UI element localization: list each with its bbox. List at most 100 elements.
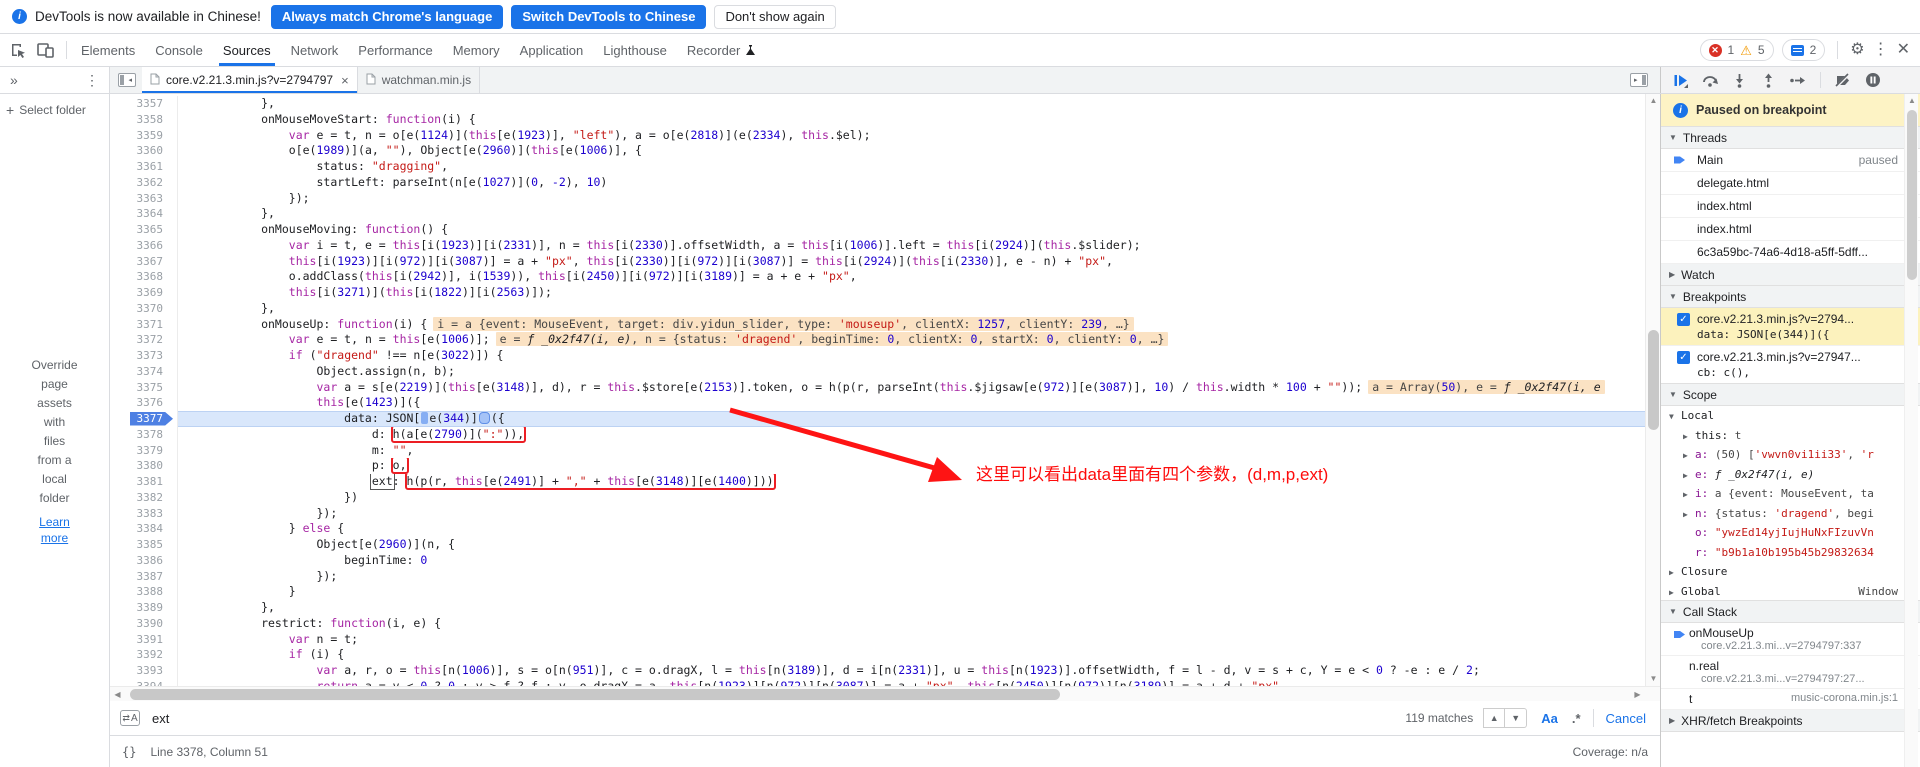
- breakpoint-item[interactable]: ✓core.v2.21.3.min.js?v=27947...cb: c(),: [1661, 346, 1920, 384]
- gutter-line-3389[interactable]: 3389: [110, 600, 178, 616]
- issues-badge[interactable]: 2: [1782, 39, 1826, 61]
- resume-icon[interactable]: [1673, 73, 1688, 88]
- step-icon[interactable]: [1790, 73, 1806, 88]
- code-line-3393[interactable]: 3393 var a, r, o = this[n(1006)], s = o[…: [110, 663, 1645, 679]
- gutter-line-3382[interactable]: 3382: [110, 490, 178, 506]
- gutter-line-3371[interactable]: 3371: [110, 317, 178, 333]
- always-match-chrome-s-language-button[interactable]: Always match Chrome's language: [271, 5, 503, 29]
- learn-more-link[interactable]: Learn more: [32, 514, 78, 546]
- sidebar-scrollbar[interactable]: ▲: [1904, 94, 1918, 767]
- file-tab-core-v2-21-3-min-js-v-2794797[interactable]: core.v2.21.3.min.js?v=2794797×: [142, 67, 358, 93]
- gutter-line-3367[interactable]: 3367: [110, 254, 178, 270]
- file-close-icon[interactable]: ×: [341, 73, 349, 88]
- code-line-3369[interactable]: 3369 this[i(3271)](this[i(1822)][i(2563)…: [110, 285, 1645, 301]
- editor-horizontal-scrollbar[interactable]: ◀ ▶: [110, 686, 1660, 701]
- code-line-3368[interactable]: 3368 o.addClass(this[i(2942)], i(1539)),…: [110, 269, 1645, 285]
- tab-performance[interactable]: Performance: [348, 34, 442, 66]
- code-line-3367[interactable]: 3367 this[i(1923)][i(972)][i(3087)] = a …: [110, 254, 1645, 270]
- gutter-line-3377[interactable]: 3377: [110, 411, 178, 427]
- debugger-sidebar-toggle-icon[interactable]: ▸: [1630, 73, 1648, 87]
- code-line-3389[interactable]: 3389 },: [110, 600, 1645, 616]
- gutter-line-3385[interactable]: 3385: [110, 537, 178, 553]
- thread-item-delegate-html[interactable]: delegate.html: [1661, 172, 1920, 195]
- code-line-3365[interactable]: 3365 onMouseMoving: function() {: [110, 222, 1645, 238]
- code-line-3383[interactable]: 3383 });: [110, 506, 1645, 522]
- callstack-frame-onMouseUp[interactable]: onMouseUpcore.v2.21.3.mi...v=2794797:337: [1661, 623, 1920, 656]
- step-into-icon[interactable]: [1732, 73, 1747, 88]
- scope-section-header[interactable]: ▼Scope: [1661, 383, 1920, 406]
- gutter-line-3376[interactable]: 3376: [110, 395, 178, 411]
- code-line-3385[interactable]: 3385 Object[e(2960)](n, {: [110, 537, 1645, 553]
- code-line-3360[interactable]: 3360 o[e(1989)](a, ""), Object[e(2960)](…: [110, 143, 1645, 159]
- gutter-line-3362[interactable]: 3362: [110, 175, 178, 191]
- code-line-3380[interactable]: 3380 p: o,: [110, 458, 1645, 474]
- code-editor[interactable]: 3357 },3358 onMouseMoveStart: function(i…: [110, 94, 1660, 686]
- gutter-line-3375[interactable]: 3375: [110, 380, 178, 396]
- code-line-3390[interactable]: 3390 restrict: function(i, e) {: [110, 616, 1645, 632]
- scroll-left-icon[interactable]: ◀: [110, 687, 125, 702]
- scope-closure-row[interactable]: ▶Closure: [1661, 562, 1920, 582]
- tab-sources[interactable]: Sources: [213, 34, 281, 66]
- scope-var-r[interactable]: r: "b9b1a10b195b45b29832634: [1661, 543, 1920, 563]
- threads-section-header[interactable]: ▼Threads: [1661, 126, 1920, 149]
- code-line-3374[interactable]: 3374 Object.assign(n, b);: [110, 364, 1645, 380]
- gutter-line-3386[interactable]: 3386: [110, 553, 178, 569]
- scrollbar-thumb[interactable]: [130, 689, 1060, 700]
- callstack-frame-n-real[interactable]: n.realcore.v2.21.3.mi...v=2794797:27...: [1661, 656, 1920, 689]
- checkbox-checked-icon[interactable]: ✓: [1677, 313, 1690, 326]
- code-line-3388[interactable]: 3388 }: [110, 584, 1645, 600]
- code-line-3376[interactable]: 3376 this[e(1423)]({: [110, 395, 1645, 411]
- gutter-line-3360[interactable]: 3360: [110, 143, 178, 159]
- code-line-3357[interactable]: 3357 },: [110, 96, 1645, 112]
- thread-item-main[interactable]: Mainpaused: [1661, 149, 1920, 172]
- find-mode-icon[interactable]: ⇄A: [120, 710, 140, 726]
- scroll-up-icon[interactable]: ▲: [1646, 94, 1660, 108]
- gutter-line-3373[interactable]: 3373: [110, 348, 178, 364]
- gutter-line-3357[interactable]: 3357: [110, 96, 178, 112]
- gutter-line-3392[interactable]: 3392: [110, 647, 178, 663]
- gutter-line-3374[interactable]: 3374: [110, 364, 178, 380]
- paused-column-marker[interactable]: [479, 412, 490, 424]
- code-line-3394[interactable]: 3394 return a = v < 0 ? 0 : v > f ? f : …: [110, 679, 1645, 686]
- code-line-3373[interactable]: 3373 if ("dragend" !== n[e(3022)]) {: [110, 348, 1645, 364]
- code-line-3392[interactable]: 3392 if (i) {: [110, 647, 1645, 663]
- tab-memory[interactable]: Memory: [443, 34, 510, 66]
- gutter-line-3394[interactable]: 3394: [110, 679, 178, 686]
- xhr-breakpoints-section-header[interactable]: ▶XHR/fetch Breakpoints: [1661, 709, 1920, 732]
- callstack-section-header[interactable]: ▼Call Stack: [1661, 600, 1920, 623]
- cancel-button[interactable]: Cancel: [1606, 711, 1646, 726]
- scroll-up-icon[interactable]: ▲: [1905, 96, 1919, 105]
- prev-match-icon[interactable]: ▲: [1483, 708, 1505, 728]
- tab-lighthouse[interactable]: Lighthouse: [593, 34, 677, 66]
- watch-section-header[interactable]: ▶Watch: [1661, 263, 1920, 286]
- code-line-3375[interactable]: 3375 var a = s[e(2219)](this[e(3148)], d…: [110, 380, 1645, 396]
- scope-var-this[interactable]: ▶this: t: [1661, 426, 1920, 446]
- don-t-show-again-button[interactable]: Don't show again: [714, 5, 835, 29]
- navigator-menu-icon[interactable]: ⋮: [85, 72, 99, 89]
- thread-item-6c3a59bc-74a6-4d18-a5ff-5dff-[interactable]: 6c3a59bc-74a6-4d18-a5ff-5dff...: [1661, 241, 1920, 264]
- code-line-3358[interactable]: 3358 onMouseMoveStart: function(i) {: [110, 112, 1645, 128]
- code-line-3384[interactable]: 3384 } else {: [110, 521, 1645, 537]
- code-line-3361[interactable]: 3361 status: "dragging",: [110, 159, 1645, 175]
- gutter-line-3384[interactable]: 3384: [110, 521, 178, 537]
- code-line-3363[interactable]: 3363 });: [110, 191, 1645, 207]
- scope-var-i[interactable]: ▶i: a {event: MouseEvent, ta: [1661, 484, 1920, 504]
- code-line-3364[interactable]: 3364 },: [110, 206, 1645, 222]
- gutter-line-3358[interactable]: 3358: [110, 112, 178, 128]
- tab-application[interactable]: Application: [510, 34, 594, 66]
- select-folder-button[interactable]: + Select folder: [0, 94, 109, 126]
- breakpoints-section-header[interactable]: ▼Breakpoints: [1661, 285, 1920, 308]
- switch-devtools-to-chinese-button[interactable]: Switch DevTools to Chinese: [511, 5, 706, 29]
- device-toolbar-icon[interactable]: [37, 43, 54, 58]
- code-line-3371[interactable]: 3371 onMouseUp: function(i) {i = a {even…: [110, 317, 1645, 333]
- gutter-line-3387[interactable]: 3387: [110, 569, 178, 585]
- gutter-line-3370[interactable]: 3370: [110, 301, 178, 317]
- file-tab-watchman-min-js[interactable]: watchman.min.js: [358, 67, 480, 93]
- code-line-3378[interactable]: 3378 d: h(a[e(2790)](":")),: [110, 427, 1645, 443]
- code-line-3379[interactable]: 3379 m: "",: [110, 443, 1645, 459]
- gutter-line-3380[interactable]: 3380: [110, 458, 178, 474]
- gutter-line-3390[interactable]: 3390: [110, 616, 178, 632]
- kebab-menu-icon[interactable]: ⋮: [1873, 42, 1889, 58]
- scope-global-row[interactable]: ▶GlobalWindow: [1661, 582, 1920, 602]
- tab-elements[interactable]: Elements: [71, 34, 145, 66]
